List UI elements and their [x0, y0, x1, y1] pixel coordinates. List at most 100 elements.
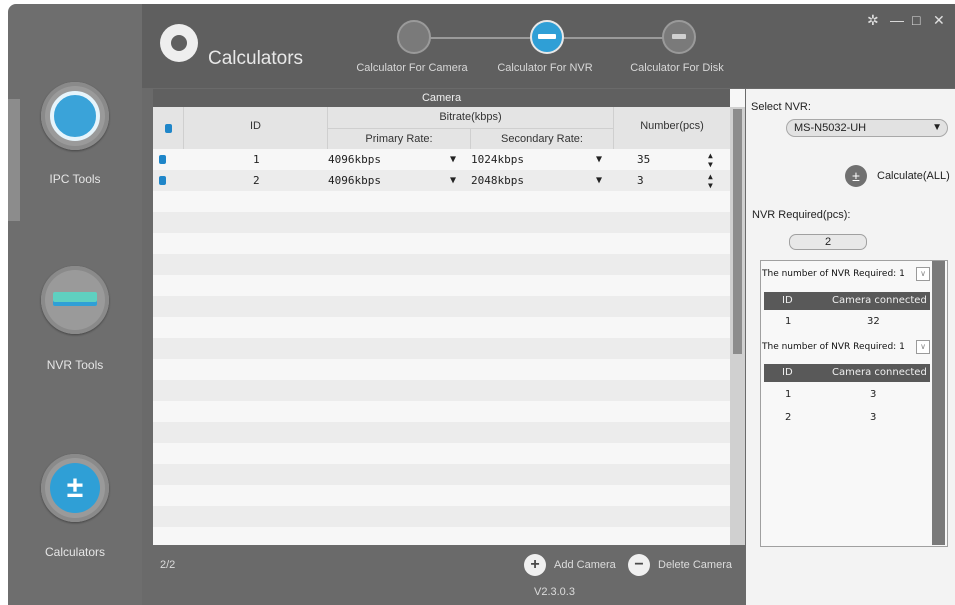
- table-scrollbar[interactable]: [730, 107, 745, 545]
- stepper-arrows-icon[interactable]: ▲ ▼: [708, 151, 713, 172]
- tab-calculator-disk[interactable]: Calculator For Disk: [607, 62, 747, 74]
- table-row-empty: [153, 191, 730, 212]
- header-number-label: Number(pcs): [640, 120, 704, 132]
- table-row-empty: [153, 233, 730, 254]
- result-row-id: 1: [785, 316, 792, 327]
- nvr-required-field: 2: [789, 234, 867, 250]
- chevron-down-icon[interactable]: ∨: [916, 267, 930, 281]
- add-camera-icon[interactable]: +: [524, 554, 546, 576]
- nvr-required-label: NVR Required(pcs):: [752, 209, 851, 221]
- primary-rate-select[interactable]: 4096kbps: [328, 170, 381, 191]
- secondary-rate-select[interactable]: 1024kbps: [471, 149, 524, 170]
- primary-rate-select[interactable]: 4096kbps: [328, 149, 381, 170]
- sidebar: IPC Tools NVR Tools ± Calculators: [8, 4, 142, 605]
- maximize-icon[interactable]: □: [912, 12, 920, 28]
- result-row-id: 1: [785, 389, 792, 400]
- table-row-empty: [153, 338, 730, 359]
- table-row-empty: [153, 527, 730, 545]
- step-camera-icon[interactable]: [397, 20, 431, 54]
- gear-logo-icon: [160, 24, 198, 62]
- table-group-header: Camera: [153, 89, 730, 107]
- version-label: V2.3.0.3: [534, 586, 575, 598]
- result-group-title[interactable]: The number of NVR Required: 1: [762, 265, 930, 283]
- result-scrollbar[interactable]: [932, 261, 945, 545]
- table-row-empty: [153, 359, 730, 380]
- sidebar-item-ipc-tools[interactable]: IPC Tools: [8, 172, 142, 186]
- result-col-id: ID: [782, 295, 793, 306]
- number-stepper[interactable]: 35: [637, 149, 650, 170]
- delete-camera-button[interactable]: Delete Camera: [658, 559, 732, 571]
- select-nvr-label: Select NVR:: [751, 101, 811, 113]
- table-row-empty: [153, 401, 730, 422]
- row-checkbox-icon[interactable]: [159, 176, 166, 185]
- table-row-empty: [153, 380, 730, 401]
- header-primary-rate: Primary Rate:: [328, 128, 471, 149]
- step-nvr-icon[interactable]: [530, 20, 564, 54]
- row-id: 1: [253, 153, 260, 166]
- table-row-empty: [153, 485, 730, 506]
- chevron-down-icon[interactable]: ▼: [932, 120, 942, 136]
- app-window: IPC Tools NVR Tools ± Calculators Calcul…: [0, 0, 955, 605]
- table-row-empty: [153, 422, 730, 443]
- table-row-empty: [153, 275, 730, 296]
- header-number: Number(pcs): [614, 107, 731, 149]
- chevron-down-icon[interactable]: ▼: [596, 170, 602, 191]
- chevron-down-icon[interactable]: ∨: [916, 340, 930, 354]
- nvr-select[interactable]: MS-N5032-UH ▼: [786, 119, 948, 137]
- result-col-id: ID: [782, 367, 793, 378]
- delete-camera-icon[interactable]: −: [628, 554, 650, 576]
- add-camera-button[interactable]: Add Camera: [554, 559, 616, 571]
- chevron-down-icon[interactable]: ▼: [596, 149, 602, 170]
- table-row-empty: [153, 212, 730, 233]
- chevron-down-icon[interactable]: ▼: [450, 149, 456, 170]
- table-row-empty: [153, 317, 730, 338]
- settings-icon[interactable]: ✲: [867, 12, 879, 29]
- calculate-all-button[interactable]: Calculate(ALL): [877, 170, 950, 182]
- table-row-empty: [153, 506, 730, 527]
- minimize-icon[interactable]: —: [890, 12, 904, 28]
- result-table-header: ID Camera connected: [764, 292, 930, 310]
- row-checkbox-icon[interactable]: [159, 155, 166, 164]
- sidebar-item-nvr-tools[interactable]: NVR Tools: [8, 358, 142, 372]
- result-row-camera: 3: [870, 412, 877, 423]
- result-col-camera: Camera connected: [832, 295, 927, 306]
- tab-calculator-camera[interactable]: Calculator For Camera: [342, 62, 482, 74]
- chevron-down-icon[interactable]: ▼: [450, 170, 456, 191]
- ipc-camera-icon[interactable]: [41, 82, 109, 150]
- result-col-camera: Camera connected: [832, 367, 927, 378]
- nvr-device-icon[interactable]: [41, 266, 109, 334]
- table-row-empty: [153, 443, 730, 464]
- scrollbar-thumb[interactable]: [733, 109, 742, 354]
- result-row-camera: 32: [867, 316, 880, 327]
- row-count: 2/2: [160, 559, 176, 571]
- nvr-select-value: MS-N5032-UH: [794, 122, 867, 134]
- header-select-all[interactable]: [153, 107, 184, 149]
- table-row-empty: [153, 464, 730, 485]
- header-id-label: ID: [250, 120, 261, 132]
- step-connector: [562, 37, 672, 39]
- header-bitrate: Bitrate(kbps): [328, 107, 614, 128]
- sidebar-active-strip: [8, 99, 20, 221]
- result-row-id: 2: [785, 412, 792, 423]
- header-id: ID: [184, 107, 328, 149]
- result-table-header: ID Camera connected: [764, 364, 930, 382]
- result-group-title[interactable]: The number of NVR Required: 1: [762, 338, 930, 356]
- step-disk-icon[interactable]: [662, 20, 696, 54]
- secondary-rate-select[interactable]: 2048kbps: [471, 170, 524, 191]
- number-stepper[interactable]: 3: [637, 170, 644, 191]
- tab-calculator-nvr[interactable]: Calculator For NVR: [475, 62, 615, 74]
- select-all-checkbox-icon[interactable]: [165, 124, 172, 133]
- stepper-arrows-icon[interactable]: ▲ ▼: [708, 172, 713, 193]
- table-row[interactable]: 1 4096kbps ▼ 1024kbps ▼ 35 ▲ ▼: [153, 149, 730, 170]
- calculate-icon[interactable]: ±: [845, 165, 867, 187]
- sidebar-item-calculators[interactable]: Calculators: [8, 545, 142, 559]
- table-row[interactable]: 2 4096kbps ▼ 2048kbps ▼ 3 ▲ ▼: [153, 170, 730, 191]
- plus-minus-icon[interactable]: ±: [41, 454, 109, 522]
- row-id: 2: [253, 174, 260, 187]
- app-title: Calculators: [208, 48, 304, 69]
- close-icon[interactable]: ✕: [933, 12, 945, 29]
- table-row-empty: [153, 296, 730, 317]
- table-row-empty: [153, 254, 730, 275]
- header-bar: Calculators Calculator For Camera Calcul…: [142, 4, 955, 88]
- header-bitrate-label: Bitrate(kbps): [439, 111, 502, 123]
